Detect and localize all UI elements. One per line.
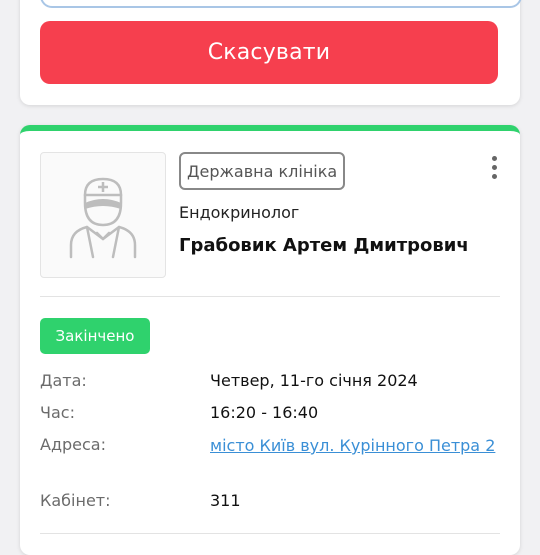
menu-dot <box>491 173 497 179</box>
menu-dot <box>491 155 497 161</box>
room-label: Кабінет: <box>40 491 111 510</box>
menu-dot <box>491 164 497 170</box>
divider <box>40 533 500 534</box>
doctor-avatar-icon <box>40 152 166 278</box>
room-value: 311 <box>210 491 241 510</box>
status-badge: Закінчено <box>40 318 150 354</box>
time-label: Час: <box>40 403 75 422</box>
date-label: Дата: <box>40 371 87 390</box>
previous-appointment-card: Скасувати <box>20 0 522 105</box>
divider <box>40 296 500 297</box>
address-link[interactable]: місто Київ вул. Курінного Петра 2 <box>210 433 500 458</box>
address-label: Адреса: <box>40 435 106 454</box>
comment-input-stub[interactable] <box>40 0 522 8</box>
time-value: 16:20 - 16:40 <box>210 403 319 422</box>
doctor-specialty: Ендокринолог <box>179 203 300 222</box>
cancel-button[interactable]: Скасувати <box>40 21 498 84</box>
date-value: Четвер, 11-го січня 2024 <box>210 371 418 390</box>
clinic-type-tag: Державна клініка <box>179 152 346 190</box>
more-vertical-icon[interactable] <box>481 149 507 185</box>
appointment-card: Державна клініка Ендокринолог Грабовик А… <box>20 125 520 555</box>
doctor-name: Грабовик Артем Дмитрович <box>179 235 469 256</box>
